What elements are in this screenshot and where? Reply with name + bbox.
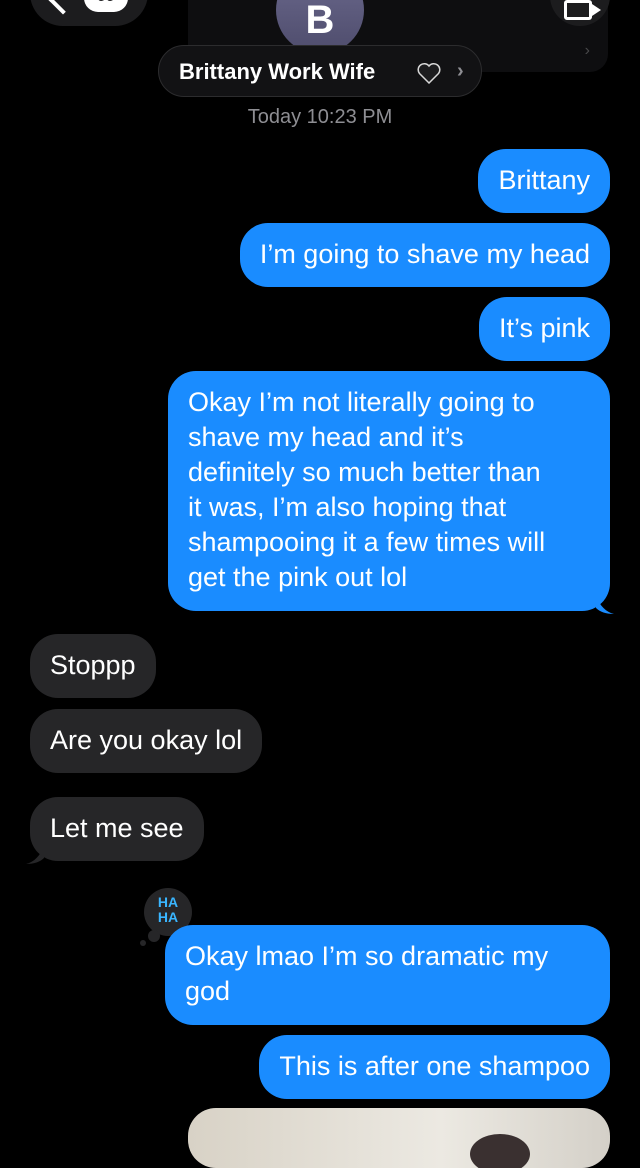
video-camera-icon bbox=[564, 0, 601, 20]
avatar-initial: B bbox=[305, 0, 335, 42]
photo-attachment[interactable] bbox=[188, 1108, 610, 1168]
chevron-right-icon: › bbox=[584, 42, 590, 59]
message-bubble-outgoing[interactable]: Brittany bbox=[478, 149, 610, 213]
message-bubble-outgoing[interactable]: Okay lmao I’m so dramatic my god bbox=[165, 925, 610, 1025]
haha-tapback-label: HA HA bbox=[157, 894, 179, 925]
bubble-tail bbox=[596, 596, 614, 614]
chevron-left-icon bbox=[47, 0, 79, 15]
contact-name: Brittany Work Wife bbox=[179, 59, 376, 84]
back-button[interactable]: 99 bbox=[30, 0, 148, 26]
photo-content bbox=[470, 1134, 530, 1168]
tapback-tail bbox=[140, 940, 146, 946]
contact-name-pill[interactable]: Brittany Work Wife › bbox=[158, 45, 482, 97]
tapback-tail bbox=[148, 930, 160, 942]
message-bubble-incoming[interactable]: Let me see bbox=[30, 797, 204, 861]
black-heart-icon bbox=[417, 62, 441, 84]
message-bubble-outgoing[interactable]: Okay I’m not literally going to shave my… bbox=[168, 371, 610, 611]
message-timestamp: Today 10:23 PM bbox=[247, 106, 393, 128]
chevron-right-icon: › bbox=[457, 60, 464, 82]
unread-count: 99 bbox=[84, 0, 128, 6]
message-bubble-outgoing[interactable]: It’s pink bbox=[478, 297, 610, 361]
message-bubble-incoming[interactable]: Are you okay lol bbox=[30, 709, 263, 773]
bubble-tail bbox=[26, 846, 44, 864]
message-bubble-outgoing[interactable]: I’m going to shave my head bbox=[239, 223, 610, 287]
message-bubble-incoming[interactable]: Stoppp bbox=[30, 634, 156, 698]
message-bubble-outgoing[interactable]: This is after one shampoo bbox=[259, 1035, 610, 1099]
unread-count-badge: 99 bbox=[84, 0, 128, 12]
